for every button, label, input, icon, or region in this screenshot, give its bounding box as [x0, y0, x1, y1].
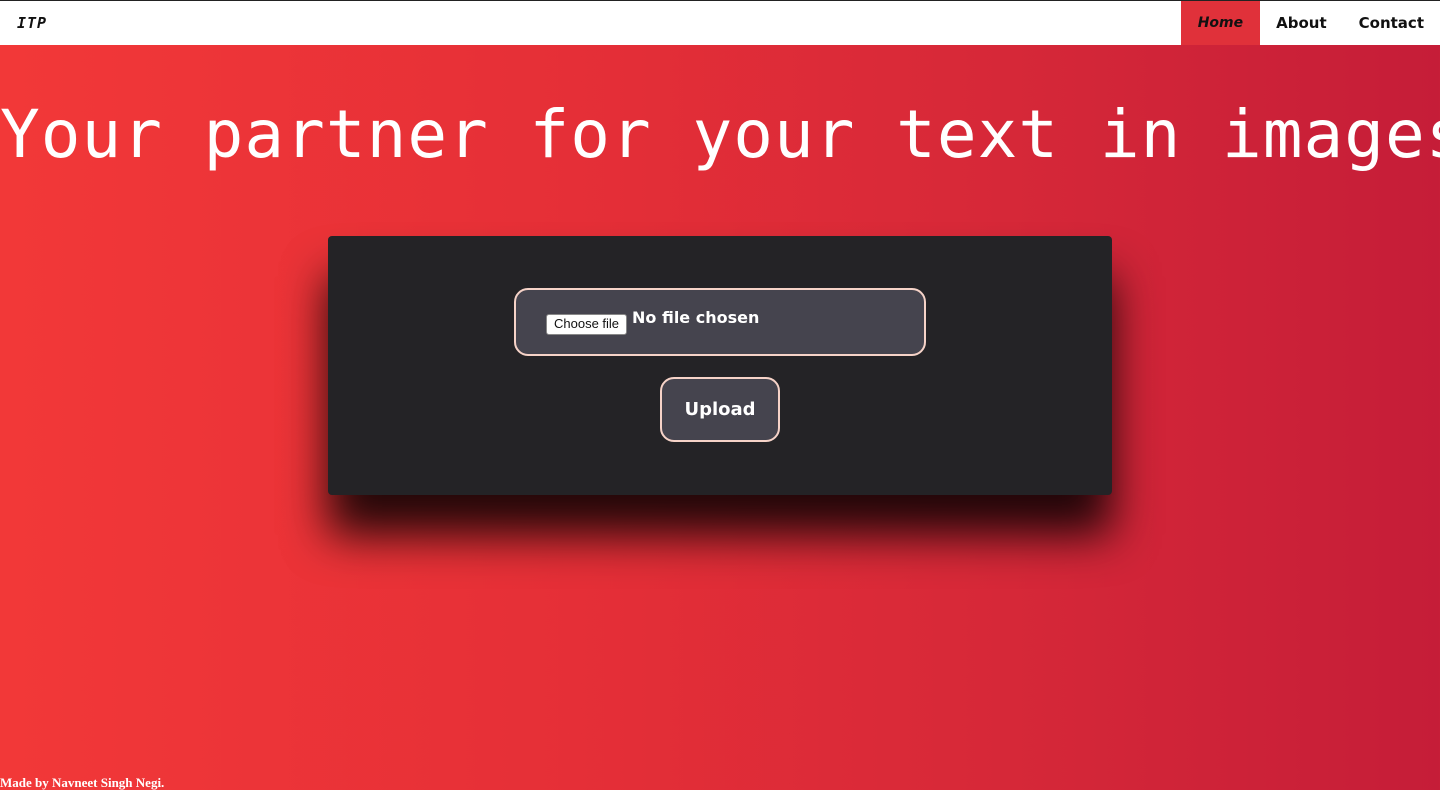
footer-credit: Made by Navneet Singh Negi. — [0, 775, 165, 790]
upload-button[interactable]: Upload — [660, 377, 780, 442]
hero-title: Your partner for your text in images! — [0, 96, 1440, 173]
nav-link-home[interactable]: Home — [1180, 1, 1261, 45]
choose-file-button[interactable]: Choose file — [546, 314, 628, 335]
file-input-field[interactable]: Choose file No file chosen — [514, 288, 926, 356]
file-status-text: No file chosen — [632, 308, 760, 327]
upload-card: Choose file No file chosen Upload — [328, 236, 1112, 495]
top-navbar: ITP Home About Contact — [0, 0, 1440, 45]
brand-logo[interactable]: ITP — [17, 14, 47, 32]
nav-link-contact[interactable]: Contact — [1343, 1, 1440, 45]
nav-links: Home About Contact — [1180, 1, 1440, 45]
nav-link-about[interactable]: About — [1260, 1, 1343, 45]
